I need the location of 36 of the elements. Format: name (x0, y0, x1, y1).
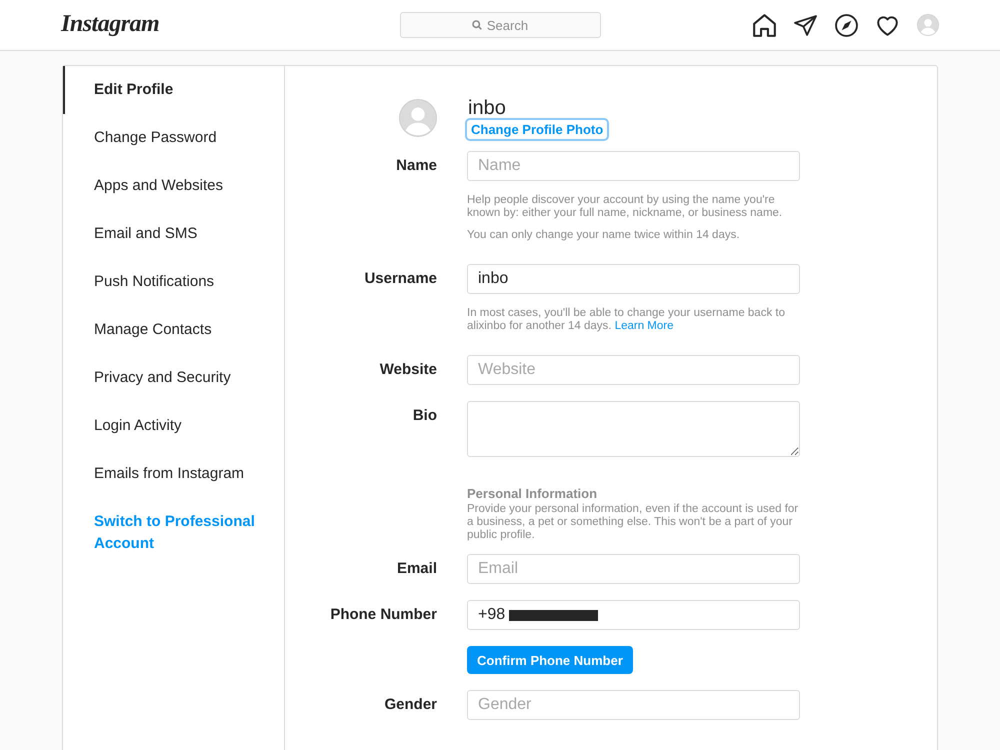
search-icon (472, 20, 482, 30)
sidebar-item[interactable]: Apps and Websites (63, 162, 284, 210)
field-label: Gender (383, 695, 437, 715)
sidebar-item[interactable]: Login Activity (63, 402, 284, 450)
text-input-field[interactable]: Email (467, 554, 800, 584)
field-label: Phone Number (329, 605, 437, 625)
text-input-field[interactable]: +98 (467, 600, 800, 630)
help-text: Help people discover your account by using the name you're known by: either your full name, nickname, or business name. (467, 194, 784, 220)
sidebar-item[interactable]: Edit Profile (63, 66, 284, 114)
section-description: Provide your personal information, even if the account is used for a business, a pet or something else. This won't be a part of your public profile. (467, 503, 800, 542)
sidebar-item[interactable]: Push Notifications (63, 258, 284, 306)
home-icon[interactable] (753, 14, 776, 36)
help-text: You can only change your name twice within 14 days. (467, 229, 741, 242)
compass-icon[interactable] (835, 14, 858, 36)
help-text: In most cases, you'll be able to change your username back to alixinbo for another 14 days. Learn More (467, 307, 786, 333)
sidebar-item[interactable]: Email and SMS (63, 210, 284, 258)
username-text: inbo (467, 97, 506, 119)
text-input-field[interactable]: Gender (467, 690, 800, 720)
sidebar-item[interactable]: Change Password (63, 114, 284, 162)
field-label: Website (378, 360, 437, 380)
field-label: Email (396, 559, 437, 579)
field-label: Bio (412, 406, 437, 426)
sidebar-item[interactable]: Emails from Instagram (63, 450, 284, 498)
text-input-field[interactable]: Website (467, 355, 800, 385)
paper-plane-icon[interactable] (794, 14, 817, 36)
text-input-field[interactable]: inbo (467, 264, 800, 294)
heart-icon[interactable] (876, 14, 899, 36)
logo[interactable]: Instagram (61, 12, 160, 38)
sidebar-item[interactable]: Privacy and Security (63, 354, 284, 402)
section-heading: Personal Information (467, 486, 598, 502)
field-label: Name (395, 156, 437, 176)
sidebar-item[interactable]: Manage Contacts (63, 306, 284, 354)
avatar-placeholder (399, 99, 437, 137)
text-input-field[interactable]: Name (467, 151, 800, 181)
field-label: Username (363, 269, 437, 289)
textarea-field[interactable] (467, 401, 800, 457)
